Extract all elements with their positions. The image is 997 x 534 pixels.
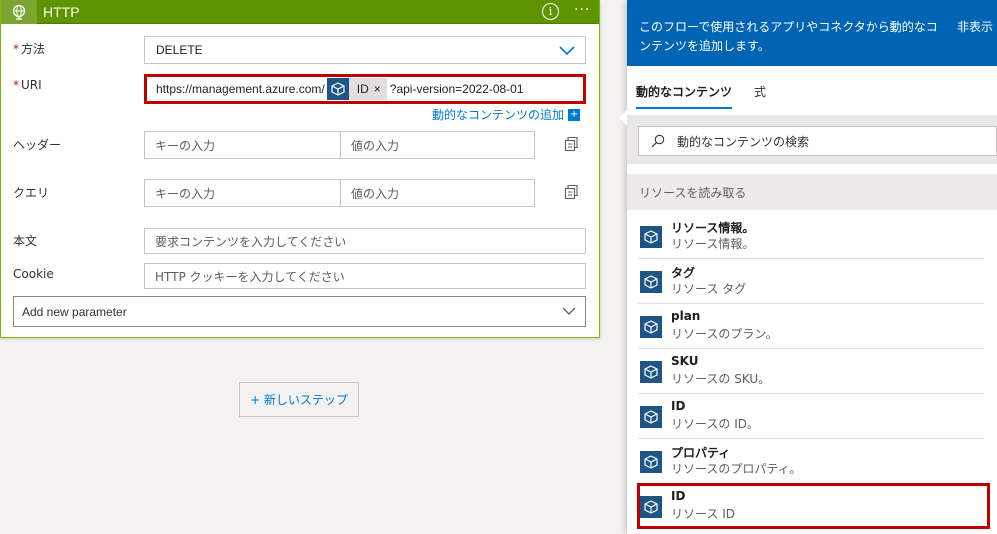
item-title: リソース情報。: [671, 221, 755, 235]
method-label: * 方法: [13, 40, 45, 57]
item-description: リソースの SKU。: [671, 372, 771, 386]
highlight-box: [637, 483, 990, 529]
card-header[interactable]: HTTP i ···: [1, 0, 599, 24]
switch-mode-icon[interactable]: [563, 184, 579, 200]
item-title: plan: [671, 309, 701, 323]
tab-expression[interactable]: 式: [754, 83, 766, 100]
dynamic-token-id[interactable]: ID ×: [326, 78, 387, 100]
info-icon[interactable]: i: [542, 3, 559, 20]
search-icon: [651, 134, 665, 148]
resource-cube-icon: [640, 451, 662, 473]
query-key-input[interactable]: キーの入力: [144, 179, 341, 207]
card-title: HTTP: [43, 3, 80, 20]
uri-label: * URI: [13, 78, 42, 92]
add-parameter-dropdown[interactable]: Add new parameter: [13, 296, 586, 327]
chevron-down-icon: [559, 46, 575, 56]
list-item[interactable]: リソース情報。 リソース情報。: [638, 214, 984, 259]
method-label-text: 方法: [21, 42, 46, 56]
required-mark: *: [13, 42, 19, 56]
cookie-input[interactable]: HTTP クッキーを入力してください: [144, 263, 586, 289]
item-description: リソース情報。: [671, 237, 755, 251]
token-label: ID: [356, 82, 369, 96]
new-step-button[interactable]: + 新しいステップ: [239, 382, 359, 417]
search-placeholder: 動的なコンテンツの検索: [677, 134, 810, 149]
headers-value-input[interactable]: 値の入力: [340, 131, 535, 159]
item-title: ID: [671, 399, 686, 413]
item-description: リソース タグ: [671, 282, 747, 296]
panel-header-text: このフローで使用されるアプリやコネクタから動的なコンテンツを追加します。: [639, 20, 938, 53]
list-item[interactable]: プロパティリソースのプロパティ。: [638, 439, 984, 484]
item-title: プロパティ: [671, 446, 731, 460]
item-description: リソースのプロパティ。: [671, 462, 802, 476]
item-description: リソースの ID。: [671, 417, 759, 431]
resource-cube-icon: [640, 316, 662, 338]
panel-tabs: 動的なコンテンツ 式: [627, 66, 997, 116]
method-value: DELETE: [156, 43, 203, 57]
query-value-input[interactable]: 値の入力: [340, 179, 535, 207]
list-item[interactable]: ID リソースの ID。: [638, 394, 984, 439]
resource-cube-icon: [640, 226, 662, 248]
add-parameter-text: Add new parameter: [22, 304, 127, 319]
hide-link[interactable]: 非表示: [957, 18, 993, 37]
uri-input[interactable]: https://management.azure.com/ ID × ?api-…: [144, 74, 586, 104]
uri-suffix: ?api-version=2022-08-01: [389, 82, 524, 96]
resource-cube-icon: [326, 78, 349, 100]
item-description: リソースのプラン。: [671, 327, 778, 341]
resource-cube-icon: [640, 361, 662, 383]
dynamic-content-search-input[interactable]: 動的なコンテンツの検索: [638, 126, 997, 156]
more-options-icon[interactable]: ···: [574, 0, 590, 24]
search-area: 動的なコンテンツの検索: [627, 116, 997, 164]
add-dynamic-content-text: 動的なコンテンツの追加: [432, 108, 565, 122]
token-remove-icon[interactable]: ×: [374, 82, 387, 96]
body-input[interactable]: 要求コンテンツを入力してください: [144, 228, 586, 254]
section-read-resource: リソースを読み取る: [627, 174, 997, 210]
headers-key-input[interactable]: キーの入力: [144, 131, 341, 159]
list-item[interactable]: タグ リソース タグ: [638, 259, 984, 304]
tab-dynamic-content[interactable]: 動的なコンテンツ: [636, 83, 733, 109]
body-label: 本文: [13, 234, 38, 248]
http-action-card: HTTP i ··· * 方法 DELETE * URI https://manag…: [0, 0, 600, 338]
headers-label: ヘッダー: [13, 138, 62, 152]
switch-mode-icon[interactable]: [563, 136, 579, 152]
list-item[interactable]: SKU リソースの SKU。: [638, 349, 984, 394]
plus-icon: +: [568, 108, 581, 121]
resource-cube-icon: [640, 406, 662, 428]
panel-header: このフローで使用されるアプリやコネクタから動的なコンテンツを追加します。 非表示: [627, 0, 997, 66]
panel-pointer: [619, 110, 627, 126]
resource-cube-icon: [640, 271, 662, 293]
globe-icon: [1, 0, 37, 24]
item-title: SKU: [671, 354, 699, 368]
list-item[interactable]: plan リソースのプラン。: [638, 304, 984, 349]
add-dynamic-content-link[interactable]: 動的なコンテンツの追加 +: [432, 106, 581, 123]
item-title: タグ: [671, 266, 696, 280]
required-mark: *: [13, 78, 19, 92]
chevron-down-icon: [562, 307, 576, 315]
method-select[interactable]: DELETE: [144, 36, 586, 64]
uri-prefix: https://management.azure.com/: [156, 82, 325, 96]
uri-label-text: URI: [21, 78, 42, 92]
query-label: クエリ: [13, 186, 50, 200]
cookie-label: Cookie: [13, 267, 54, 281]
